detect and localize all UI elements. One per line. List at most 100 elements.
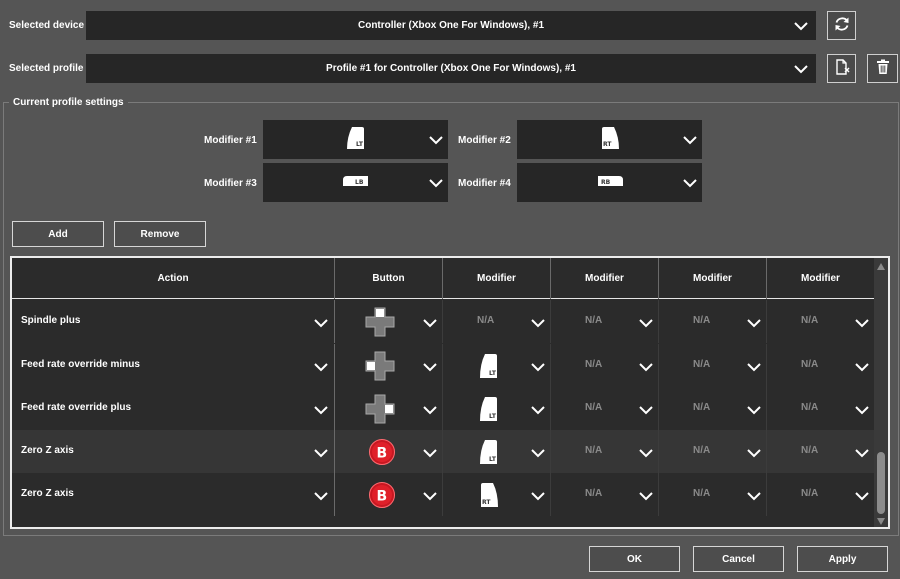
modifier-cell[interactable]: N/A <box>767 344 874 387</box>
action-cell[interactable]: Zero Z axis <box>12 430 335 473</box>
modifier-cell[interactable]: N/A <box>659 300 767 343</box>
apply-button[interactable]: Apply <box>797 546 888 572</box>
chevron-down-icon <box>747 491 761 501</box>
device-select-value: Controller (Xbox One For Windows), #1 <box>357 20 545 31</box>
action-cell[interactable]: Zero Z axis <box>12 473 335 516</box>
table-row[interactable]: Zero Z axis B RT N/A N/A N/A <box>12 473 874 516</box>
modifier-cell[interactable]: N/A <box>551 473 659 516</box>
button-cell[interactable] <box>335 300 443 343</box>
chevron-down-icon <box>531 448 545 458</box>
modifier-4-label: Modifier #4 <box>458 178 511 189</box>
chevron-down-icon <box>423 362 437 372</box>
table-row[interactable]: Zero Z axis B LT N/A N/A N/A <box>12 430 874 473</box>
new-profile-button[interactable] <box>827 54 856 83</box>
refresh-button[interactable] <box>827 11 856 40</box>
svg-text:LB: LB <box>355 179 364 186</box>
table-row[interactable]: Spindle plus N/A N/A N/A N/A <box>12 300 874 343</box>
svg-text:RT: RT <box>603 141 612 148</box>
action-label: Feed rate override plus <box>21 402 132 413</box>
selected-device-label: Selected device <box>9 20 85 31</box>
chevron-down-icon <box>855 491 869 501</box>
svg-text:RT: RT <box>482 499 491 506</box>
modifier-cell[interactable]: N/A <box>551 300 659 343</box>
delete-profile-button[interactable] <box>867 54 898 83</box>
action-cell[interactable]: Spindle plus <box>12 300 335 343</box>
modifier-cell[interactable]: LT <box>443 430 551 473</box>
modifier-cell[interactable]: N/A <box>551 430 659 473</box>
header-modifier-1[interactable]: Modifier <box>443 258 551 299</box>
scroll-up-icon[interactable] <box>877 262 885 273</box>
action-cell[interactable]: Feed rate override minus <box>12 344 335 387</box>
modifier-cell[interactable]: N/A <box>659 387 767 430</box>
b-button-icon: B <box>368 438 396 469</box>
modifier-cell[interactable]: N/A <box>443 300 551 343</box>
modifier-1-select[interactable]: LT <box>263 120 448 159</box>
modifier-value: N/A <box>801 445 819 456</box>
modifier-cell[interactable]: N/A <box>659 430 767 473</box>
dpad-right-icon <box>365 394 395 427</box>
modifier-cell[interactable]: LT <box>443 387 551 430</box>
modifier-2-label: Modifier #2 <box>458 135 511 146</box>
modifier-value: N/A <box>801 359 819 370</box>
header-modifier-3[interactable]: Modifier <box>659 258 767 299</box>
action-label: Spindle plus <box>21 315 81 326</box>
chevron-down-icon <box>423 318 437 328</box>
chevron-down-icon <box>314 318 328 328</box>
scrollbar-thumb[interactable] <box>877 452 885 514</box>
add-button[interactable]: Add <box>12 221 104 247</box>
chevron-down-icon <box>855 362 869 372</box>
table-header: Action Button Modifier Modifier Modifier… <box>12 258 874 299</box>
modifier-cell[interactable]: N/A <box>659 344 767 387</box>
modifier-cell[interactable]: N/A <box>767 300 874 343</box>
svg-text:B: B <box>377 446 388 462</box>
svg-text:LT: LT <box>489 413 497 420</box>
new-profile-icon <box>834 58 850 79</box>
chevron-down-icon <box>531 491 545 501</box>
ok-button[interactable]: OK <box>589 546 680 572</box>
modifier-cell[interactable]: LT <box>443 344 551 387</box>
button-cell[interactable] <box>335 387 443 430</box>
device-select[interactable]: Controller (Xbox One For Windows), #1 <box>86 11 816 40</box>
modifier-cell[interactable]: N/A <box>551 387 659 430</box>
button-cell[interactable] <box>335 344 443 387</box>
header-modifier-4[interactable]: Modifier <box>767 258 874 299</box>
scroll-down-icon[interactable] <box>877 517 885 528</box>
modifier-4-select[interactable]: RB <box>517 163 702 202</box>
chevron-down-icon <box>423 405 437 415</box>
modifier-value: N/A <box>585 315 603 326</box>
header-modifier-2[interactable]: Modifier <box>551 258 659 299</box>
trash-icon <box>876 59 890 78</box>
header-action[interactable]: Action <box>12 258 335 299</box>
button-cell[interactable]: B <box>335 473 443 516</box>
chevron-down-icon <box>683 178 697 188</box>
chevron-down-icon <box>855 405 869 415</box>
modifier-value: N/A <box>801 402 819 413</box>
chevron-down-icon <box>639 362 653 372</box>
modifier-value: N/A <box>693 315 711 326</box>
remove-button[interactable]: Remove <box>114 221 206 247</box>
modifier-2-select[interactable]: RT <box>517 120 702 159</box>
modifier-cell[interactable]: N/A <box>767 430 874 473</box>
cancel-button[interactable]: Cancel <box>693 546 784 572</box>
table-row[interactable]: Feed rate override plus LT N/A N/A N/A <box>12 387 874 430</box>
profile-select[interactable]: Profile #1 for Controller (Xbox One For … <box>86 54 816 83</box>
button-cell[interactable]: B <box>335 430 443 473</box>
chevron-down-icon <box>639 491 653 501</box>
header-button[interactable]: Button <box>335 258 443 299</box>
table-scrollbar[interactable] <box>874 258 888 527</box>
modifier-3-select[interactable]: LB <box>263 163 448 202</box>
svg-text:B: B <box>377 489 388 505</box>
modifier-cell[interactable]: N/A <box>767 387 874 430</box>
modifier-cell[interactable]: N/A <box>551 344 659 387</box>
table-row[interactable]: Feed rate override minus LT N/A N/A N/A <box>12 344 874 387</box>
chevron-down-icon <box>429 178 443 188</box>
modifier-cell[interactable]: N/A <box>767 473 874 516</box>
modifier-cell[interactable]: N/A <box>659 473 767 516</box>
action-cell[interactable]: Feed rate override plus <box>12 387 335 430</box>
modifier-value: N/A <box>693 402 711 413</box>
modifier-value: N/A <box>693 488 711 499</box>
chevron-down-icon <box>314 405 328 415</box>
modifier-3-label: Modifier #3 <box>204 178 257 189</box>
chevron-down-icon <box>747 448 761 458</box>
modifier-cell[interactable]: RT <box>443 473 551 516</box>
